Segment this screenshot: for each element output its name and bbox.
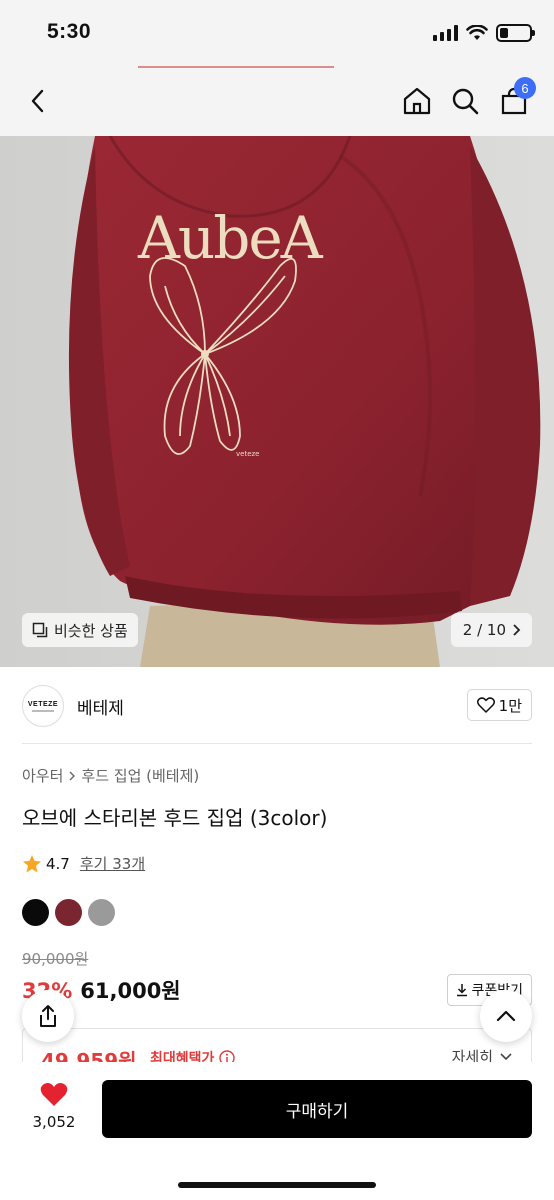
buy-button[interactable]: 구매하기 [102, 1080, 532, 1138]
color-swatch-black[interactable] [22, 899, 49, 926]
similar-items-icon [32, 622, 48, 638]
wish-button[interactable]: 3,052 [26, 1082, 82, 1131]
brand-like-button[interactable]: 1만 [466, 689, 532, 721]
status-bar: 5:30 [0, 0, 554, 66]
back-chevron-icon [31, 89, 44, 113]
product-photo: AubeA veteze [0, 136, 554, 667]
scroll-top-button[interactable] [480, 990, 532, 1042]
status-icons [433, 24, 535, 42]
hoodie-print-text: AubeA [137, 204, 324, 272]
page-indicator-text: 2 / 10 [462, 621, 506, 639]
share-icon [40, 1005, 56, 1027]
product-title: 오브에 스타리본 후드 집업 (3color) [22, 806, 328, 830]
download-icon [457, 984, 468, 997]
cart-button[interactable]: 6 [494, 77, 536, 121]
color-swatch-burgundy[interactable] [55, 899, 82, 926]
reviews-link[interactable]: 후기 33개 [80, 853, 145, 874]
brand-like-count: 1만 [498, 696, 522, 715]
image-page-indicator[interactable]: 2 / 10 [450, 613, 532, 647]
rating-row: 4.7 후기 33개 [22, 853, 145, 874]
share-button[interactable] [22, 990, 74, 1042]
nav-bar: 6 [0, 66, 554, 136]
similar-products-button[interactable]: 비슷한 상품 [22, 613, 138, 647]
chevron-right-icon [69, 771, 76, 780]
svg-text:veteze: veteze [236, 450, 259, 458]
nav-accent-line [138, 66, 334, 68]
breadcrumb-item[interactable]: 아우터 [22, 765, 63, 786]
brand-name[interactable]: 베테제 [77, 694, 124, 719]
chevron-right-icon [513, 624, 521, 636]
search-button[interactable] [445, 81, 485, 121]
color-swatch-gray[interactable] [88, 899, 115, 926]
brand-logo-text: VETEZE [27, 700, 59, 708]
home-icon [403, 87, 431, 115]
home-button[interactable] [397, 81, 437, 121]
chevron-down-icon [500, 1052, 512, 1060]
brand-row[interactable]: VETEZE 베테제 1만 [22, 684, 532, 728]
heart-outline-icon [476, 697, 495, 713]
color-swatches [22, 899, 115, 926]
status-time: 5:30 [47, 20, 92, 43]
chevron-up-icon [496, 1010, 516, 1022]
similar-products-label: 비슷한 상품 [54, 621, 128, 640]
original-price: 90,000원 [22, 950, 89, 968]
heart-filled-icon [40, 1083, 68, 1106]
wifi-icon [466, 25, 488, 40]
star-icon [23, 854, 41, 872]
bottom-action-bar: 3,052 구매하기 [0, 1062, 554, 1200]
search-icon [452, 88, 479, 115]
rating-value: 4.7 [46, 854, 70, 873]
breadcrumb: 아우터 후드 집업 (베테제) [22, 765, 199, 786]
product-image-carousel[interactable]: AubeA veteze 비슷한 상품 2 / 10 [0, 136, 554, 667]
home-indicator [178, 1182, 376, 1188]
back-button[interactable] [18, 81, 58, 121]
divider [22, 743, 532, 744]
cart-count-badge: 6 [514, 77, 536, 99]
brand-logo[interactable]: VETEZE [22, 685, 64, 727]
battery-icon [496, 24, 535, 42]
cellular-signal-icon [433, 25, 458, 41]
wish-count: 3,052 [32, 1113, 76, 1131]
sale-price: 61,000원 [80, 979, 181, 1003]
breadcrumb-item[interactable]: 후드 집업 (베테제) [81, 765, 199, 786]
